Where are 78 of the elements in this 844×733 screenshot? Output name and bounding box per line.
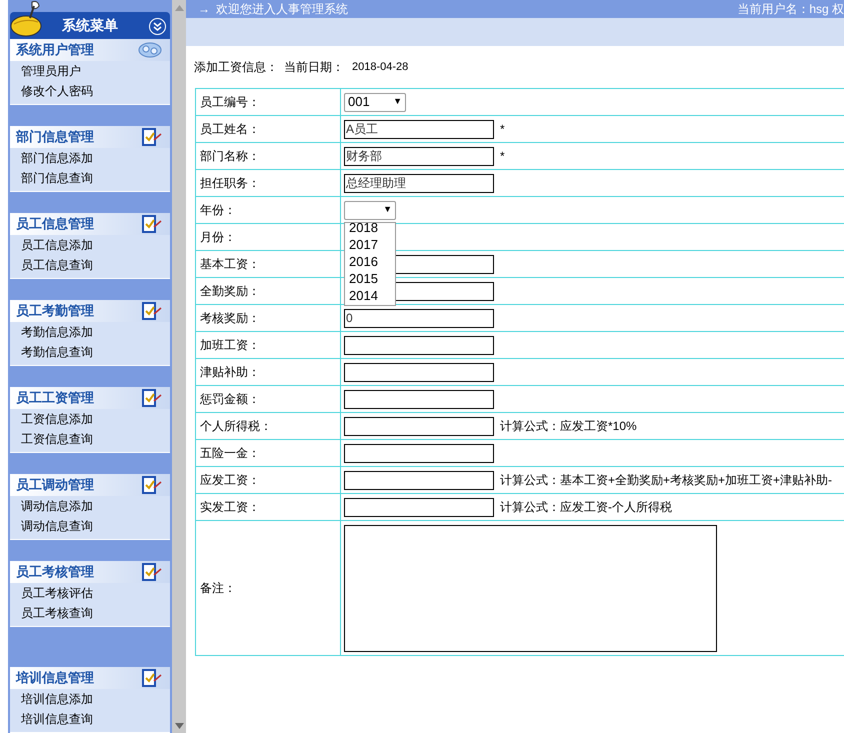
- menu-item[interactable]: 员工考核评估: [21, 584, 93, 602]
- checklist-pen-icon: [142, 669, 162, 687]
- required-mark: *: [500, 121, 505, 138]
- input-field[interactable]: [344, 416, 494, 436]
- field-label: 员工姓名：: [200, 122, 260, 136]
- input-field[interactable]: [344, 362, 494, 382]
- menu-item[interactable]: 考勤信息添加: [21, 323, 93, 341]
- menu-item[interactable]: 考勤信息查询: [21, 343, 93, 361]
- gears-icon: [138, 41, 162, 59]
- menu-item[interactable]: 工资信息添加: [21, 410, 93, 428]
- welcome-text: 欢迎您进入人事管理系统: [216, 1, 348, 18]
- field-label: 基本工资：: [200, 257, 260, 271]
- field-label: 个人所得税：: [200, 419, 272, 433]
- input-field[interactable]: [344, 470, 494, 490]
- input-field[interactable]: [344, 498, 494, 516]
- input-field[interactable]: A员工: [344, 120, 494, 138]
- menu-item[interactable]: 调动信息查询: [21, 517, 93, 535]
- field-label: 惩罚金额：: [200, 392, 260, 406]
- current-user-text: 当前用户名：hsg 权: [737, 1, 844, 18]
- menu-item[interactable]: 员工考核查询: [21, 604, 93, 622]
- checklist-pen-icon: [142, 476, 162, 494]
- menu-item[interactable]: 工资信息查询: [21, 430, 93, 448]
- input-field[interactable]: 财务部: [344, 146, 494, 166]
- field-label: 津贴补助：: [200, 365, 260, 379]
- field-label: 应发工资：: [200, 473, 260, 487]
- menu-item[interactable]: 调动信息添加: [21, 497, 93, 515]
- form-title: 添加工资信息：: [194, 59, 278, 76]
- checklist-pen-icon: [142, 215, 162, 233]
- scrollbar[interactable]: [172, 0, 186, 733]
- arrow-icon: →: [198, 0, 210, 18]
- field-label: 担任职务：: [200, 176, 260, 190]
- caret-icon: ▼: [383, 203, 392, 217]
- field-label: 月份：: [200, 230, 236, 244]
- select-field[interactable]: ▼: [344, 200, 396, 220]
- field-label: 加班工资：: [200, 338, 260, 352]
- down-arrow-icon[interactable]: [174, 723, 184, 729]
- menu-title: 系统菜单: [62, 16, 118, 35]
- menu-item[interactable]: 培训信息添加: [21, 690, 93, 708]
- field-label: 考核奖励：: [200, 311, 260, 325]
- formula-note: 计算公式：应发工资-个人所得税: [500, 499, 672, 516]
- input-field[interactable]: [344, 390, 494, 408]
- select-field[interactable]: 001 ▼: [344, 92, 406, 112]
- date-label: 当前日期：: [284, 59, 344, 76]
- dropdown-option[interactable]: 2014: [345, 286, 395, 304]
- menu-item[interactable]: 部门信息查询: [21, 169, 93, 187]
- date-value: 2018-04-28: [352, 60, 408, 75]
- checklist-pen-icon: [142, 302, 162, 320]
- input-field[interactable]: [344, 444, 494, 462]
- dropdown-option[interactable]: 2017: [345, 236, 395, 252]
- field-label: 部门名称：: [200, 149, 260, 163]
- field-label: 员工编号：: [200, 95, 260, 109]
- field-label: 五险一金：: [200, 446, 260, 460]
- dropdown-option[interactable]: 2016: [345, 252, 395, 270]
- menu-item[interactable]: 员工信息查询: [21, 256, 93, 274]
- checklist-pen-icon: [142, 128, 162, 146]
- menu-item[interactable]: 修改个人密码: [21, 82, 93, 100]
- menu-item[interactable]: 培训信息查询: [21, 710, 93, 728]
- field-label: 全勤奖励：: [200, 284, 260, 298]
- menu-item[interactable]: 员工信息添加: [21, 236, 93, 254]
- dropdown-option[interactable]: 2015: [345, 270, 395, 286]
- field-label: 年份：: [200, 203, 236, 217]
- checklist-pen-icon: [142, 389, 162, 407]
- collapse-icon[interactable]: [149, 18, 166, 35]
- dropdown-option[interactable]: 2018: [345, 222, 395, 236]
- formula-note: 计算公式：基本工资+全勤奖励+考核奖励+加班工资+津贴补助-: [500, 472, 832, 489]
- menu-item[interactable]: 部门信息添加: [21, 149, 93, 167]
- checklist-pen-icon: [142, 563, 162, 581]
- remarks-field[interactable]: [344, 524, 717, 652]
- caret-icon: ▼: [393, 95, 402, 109]
- input-field[interactable]: 0: [344, 308, 494, 328]
- formula-note: 计算公式：应发工资*10%: [500, 418, 637, 435]
- field-label: 备注：: [200, 581, 236, 595]
- menu-item[interactable]: 管理员用户: [21, 62, 81, 80]
- required-mark: *: [500, 148, 505, 165]
- dropdown-list[interactable]: 2018 2017 2016 2015 2014: [344, 222, 396, 306]
- input-field[interactable]: 总经理助理: [344, 174, 494, 192]
- input-field[interactable]: [344, 336, 494, 354]
- field-label: 实发工资：: [200, 500, 260, 514]
